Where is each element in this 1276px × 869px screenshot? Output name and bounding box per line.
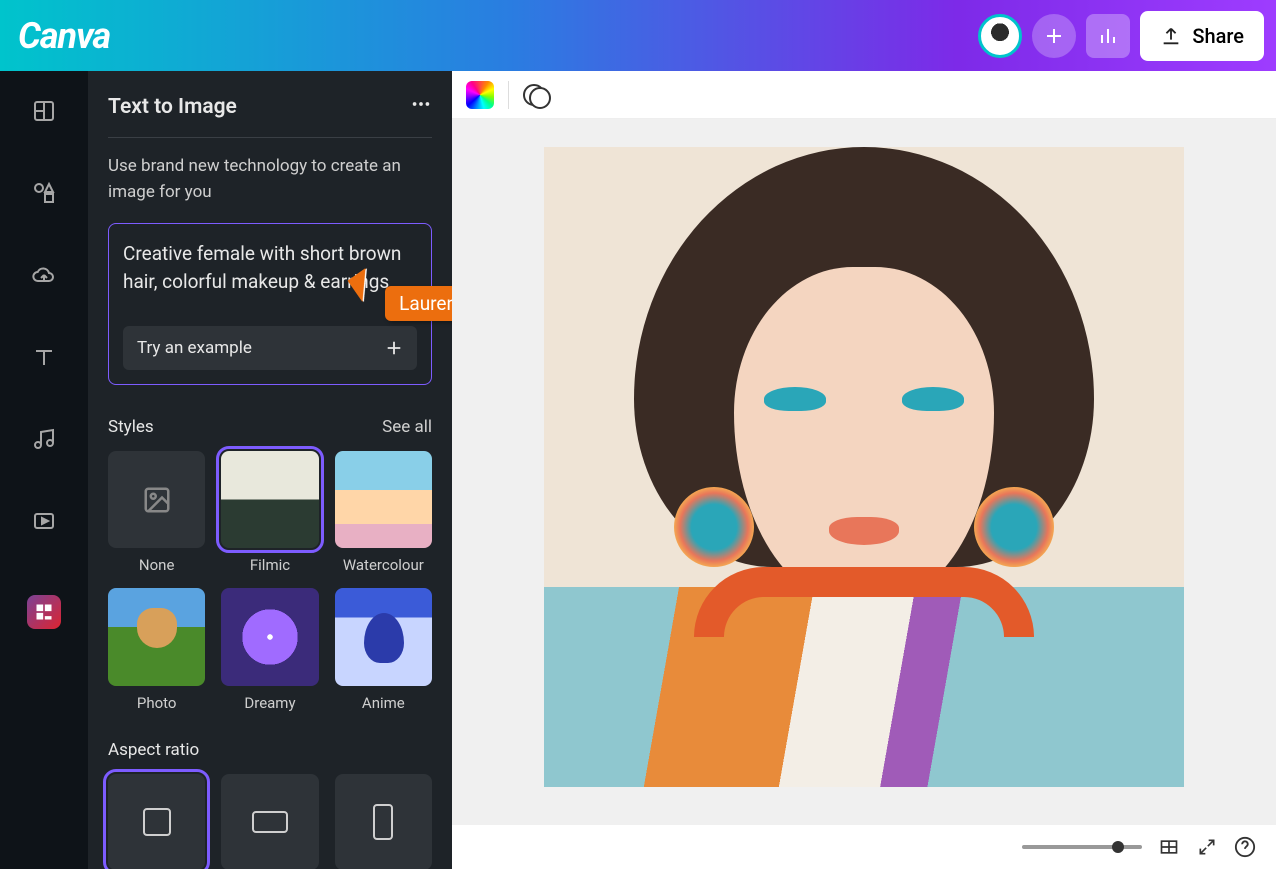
divider: [508, 81, 509, 109]
style-thumbnail: [335, 588, 432, 685]
plus-icon: [1044, 26, 1064, 46]
canvas-area: [452, 71, 1276, 869]
more-horizontal-icon: [410, 93, 432, 115]
layout-icon: [32, 99, 56, 123]
panel-title: Text to Image: [108, 95, 237, 119]
share-label: Share: [1192, 24, 1244, 48]
text-tab[interactable]: [32, 345, 56, 369]
elements-tab[interactable]: [32, 181, 56, 205]
aspect-ratio-landscape[interactable]: Landscape: [221, 774, 318, 869]
portrait-placeholder: [544, 147, 1184, 787]
add-button[interactable]: [1032, 14, 1076, 58]
share-button[interactable]: Share: [1140, 11, 1264, 61]
try-example-button[interactable]: Try an example: [123, 326, 417, 370]
text-to-image-panel: Text to Image Use brand new technology t…: [88, 71, 452, 869]
color-picker-button[interactable]: [466, 81, 494, 109]
shapes-icon: [32, 181, 56, 205]
chart-icon: [1098, 26, 1118, 46]
cloud-upload-icon: [32, 263, 56, 287]
style-thumbnail: [221, 451, 318, 548]
top-bar: Canva Share: [0, 0, 1276, 71]
canvas-stage[interactable]: [452, 119, 1276, 825]
styles-header: Styles See all: [108, 417, 432, 437]
header-actions: Share: [978, 11, 1264, 61]
aspect-ratio-preview: [335, 774, 432, 869]
try-example-label: Try an example: [137, 338, 252, 358]
style-label: Photo: [137, 694, 177, 712]
style-option-none[interactable]: None: [108, 451, 205, 574]
templates-tab[interactable]: [32, 99, 56, 123]
grid-icon: [1159, 837, 1179, 857]
canvas-toolbar: [452, 71, 1276, 119]
style-thumbnail: [221, 588, 318, 685]
see-all-styles[interactable]: See all: [382, 417, 432, 437]
insights-button[interactable]: [1086, 14, 1130, 58]
uploads-tab[interactable]: [32, 263, 56, 287]
styles-grid: None Filmic Watercolour Photo Dreamy Anime: [108, 451, 432, 712]
style-thumbnail: [335, 451, 432, 548]
style-thumbnail: [108, 588, 205, 685]
style-label: None: [139, 556, 175, 574]
ai-image-icon: [34, 602, 54, 622]
styles-heading: Styles: [108, 417, 154, 437]
style-label: Watercolour: [343, 556, 424, 574]
aspect-ratio-preview: [108, 774, 205, 869]
aspect-ratio-square[interactable]: Square: [108, 774, 205, 869]
transparency-button[interactable]: [523, 81, 551, 109]
videos-tab[interactable]: [32, 509, 56, 533]
style-label: Filmic: [250, 556, 290, 574]
aspect-ratio-grid: SquareLandscapePortrait: [108, 774, 432, 869]
plus-icon: [385, 339, 403, 357]
prompt-container: Creative female with short brown hair, c…: [108, 223, 432, 385]
aspect-ratio-heading: Aspect ratio: [108, 740, 432, 760]
aspect-ratio-portrait[interactable]: Portrait: [335, 774, 432, 869]
collaborator-cursor: Lauren: [385, 272, 452, 321]
panel-more-button[interactable]: [410, 93, 432, 121]
upload-icon: [1160, 25, 1182, 47]
style-option-photo[interactable]: Photo: [108, 588, 205, 711]
expand-icon: [1197, 837, 1217, 857]
style-option-filmic[interactable]: Filmic: [221, 451, 318, 574]
aspect-ratio-preview: [221, 774, 318, 869]
zoom-handle[interactable]: [1112, 841, 1124, 853]
audio-tab[interactable]: [32, 427, 56, 451]
main: Text to Image Use brand new technology t…: [0, 71, 1276, 869]
generated-image[interactable]: [544, 147, 1184, 787]
panel-description: Use brand new technology to create an im…: [108, 154, 432, 205]
style-label: Dreamy: [244, 694, 295, 712]
panel-header: Text to Image: [108, 93, 432, 121]
user-avatar[interactable]: [978, 14, 1022, 58]
bottom-bar: [452, 825, 1276, 869]
collaborator-name: Lauren: [385, 286, 452, 321]
style-option-anime[interactable]: Anime: [335, 588, 432, 711]
play-icon: [32, 509, 56, 533]
style-option-dreamy[interactable]: Dreamy: [221, 588, 318, 711]
style-thumbnail: [108, 451, 205, 548]
canva-logo: Canva: [18, 15, 110, 57]
tool-rail: [0, 71, 88, 869]
style-option-watercolour[interactable]: Watercolour: [335, 451, 432, 574]
fullscreen-button[interactable]: [1196, 836, 1218, 858]
style-label: Anime: [362, 694, 405, 712]
help-icon: [1234, 836, 1256, 858]
help-button[interactable]: [1234, 836, 1256, 858]
image-placeholder-icon: [142, 485, 172, 515]
text-to-image-tab[interactable]: [27, 595, 61, 629]
text-icon: [32, 345, 56, 369]
divider: [108, 137, 432, 138]
music-icon: [32, 427, 56, 451]
grid-view-button[interactable]: [1158, 836, 1180, 858]
zoom-slider[interactable]: [1022, 845, 1142, 849]
